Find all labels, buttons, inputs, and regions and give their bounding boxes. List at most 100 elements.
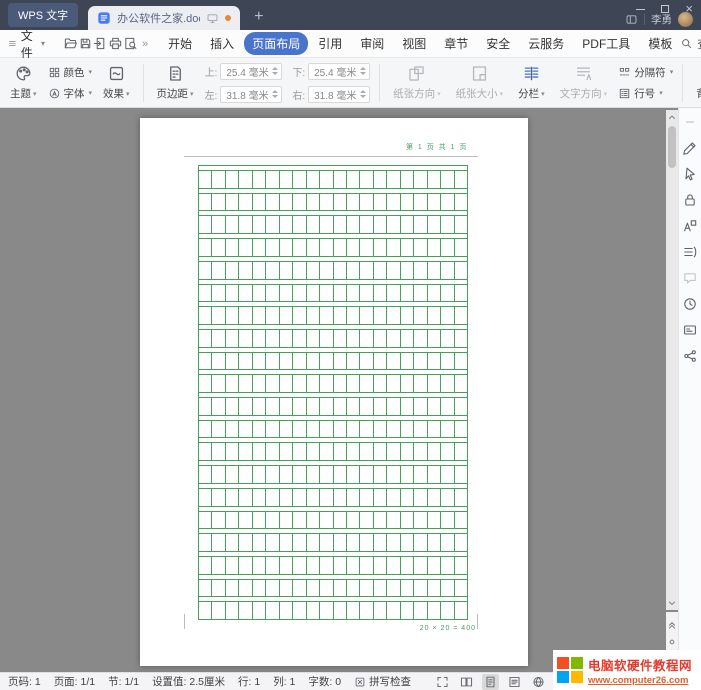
fullscreen-view-icon[interactable]: [434, 674, 451, 690]
spinner-icon[interactable]: [272, 90, 278, 98]
color-scheme-button[interactable]: 颜色▾: [48, 65, 93, 80]
text-direction-button: 文字方向▾: [556, 62, 612, 103]
comment-icon[interactable]: [682, 270, 698, 286]
document-tab[interactable]: 办公软件之家.docx: [88, 6, 240, 30]
avatar[interactable]: [678, 12, 693, 27]
menu-tab-10[interactable]: 模板: [640, 32, 680, 55]
history-icon[interactable]: [682, 296, 698, 312]
user-area: 李勇: [625, 12, 693, 27]
effect-icon: [107, 64, 126, 83]
browse-object-icon[interactable]: [667, 637, 677, 647]
effect-button[interactable]: 效果▾: [99, 62, 134, 103]
margins-page-icon: [166, 64, 185, 83]
new-tab-button[interactable]: +: [254, 9, 263, 25]
lock-icon[interactable]: [682, 192, 698, 208]
font-circle-icon: [48, 87, 61, 100]
menu-tab-2[interactable]: 页面布局: [244, 32, 308, 55]
minimize-button[interactable]: [636, 9, 645, 10]
columns-button[interactable]: 分栏▾: [514, 62, 549, 103]
status-item-4[interactable]: 行: 1: [238, 674, 260, 689]
quick-toolbar-more-button[interactable]: »: [142, 38, 148, 50]
file-menu-label: 文件: [21, 27, 37, 61]
theme-button[interactable]: 主题▾: [6, 62, 41, 103]
business-card-icon[interactable]: [682, 322, 698, 338]
find-command-button[interactable]: 查找命令: [680, 36, 701, 52]
find-command-label: 查找命令: [697, 36, 701, 52]
manuscript-grid[interactable]: [198, 165, 468, 620]
print-button[interactable]: [108, 34, 123, 54]
page-margins-button[interactable]: 页边距▾: [153, 62, 198, 103]
document-page[interactable]: 第 1 页 共 1 页 20 × 20 = 400: [140, 118, 528, 666]
monitor-icon[interactable]: [206, 12, 219, 25]
spinner-icon[interactable]: [272, 67, 278, 75]
font-scheme-button[interactable]: 字体▾: [48, 86, 93, 101]
scrollbar-thumb[interactable]: [668, 126, 676, 168]
breaks-button[interactable]: 分隔符▾: [618, 65, 673, 80]
spellcheck-icon: [354, 676, 366, 688]
scroll-up-icon[interactable]: [667, 112, 677, 122]
menubar: 文件 ▾ » 开始插入页面布局引用审阅视图章节安全云服务PDF工具模板 查找命令…: [0, 30, 701, 58]
file-menu[interactable]: 文件 ▾: [8, 27, 45, 61]
paper-size-button: 纸张大小▾: [452, 62, 508, 103]
print-preview-icon: [123, 36, 138, 51]
page-view-icon[interactable]: [482, 674, 499, 690]
watermark-title: 电脑软硬件教程网: [588, 655, 692, 674]
menu-tab-9[interactable]: PDF工具: [574, 32, 638, 55]
status-item-6[interactable]: 字数: 0: [308, 674, 341, 689]
edit-pen-icon[interactable]: [682, 140, 698, 156]
status-item-3[interactable]: 设置值: 2.5厘米: [152, 674, 225, 689]
paper-orientation-icon: [407, 64, 426, 83]
select-cursor-icon[interactable]: [682, 166, 698, 182]
outline-icon[interactable]: [682, 244, 698, 260]
handle-icon[interactable]: [682, 114, 698, 130]
vertical-scrollbar[interactable]: [666, 110, 678, 610]
titlebar: WPS 文字 办公软件之家.docx + × 李勇: [0, 0, 701, 30]
menu-tab-4[interactable]: 审阅: [352, 32, 392, 55]
user-name[interactable]: 李勇: [651, 12, 672, 27]
margin-input-1[interactable]: 25.4 毫米: [308, 63, 370, 80]
open-button[interactable]: [63, 34, 78, 54]
web-view-icon[interactable]: [530, 674, 547, 690]
print-preview-button[interactable]: [123, 34, 138, 54]
status-items: 页码: 1 页面: 1/1 节: 1/1 设置值: 2.5厘米行: 1 列: 1 字数: …: [8, 674, 341, 689]
columns-icon: [522, 64, 541, 83]
two-page-view-icon[interactable]: [458, 674, 475, 690]
menu-tab-5[interactable]: 视图: [394, 32, 434, 55]
menu-tab-7[interactable]: 安全: [478, 32, 518, 55]
share-icon[interactable]: [682, 348, 698, 364]
scroll-down-icon[interactable]: [667, 598, 677, 608]
menu-tab-0[interactable]: 开始: [160, 32, 200, 55]
margin-input-0[interactable]: 25.4 毫米: [220, 63, 282, 80]
menu-tab-6[interactable]: 章节: [436, 32, 476, 55]
spellcheck-toggle[interactable]: 拼写检查: [354, 674, 411, 689]
spinner-icon[interactable]: [360, 67, 366, 75]
paper-orientation-button: 纸张方向▾: [389, 62, 445, 103]
print-icon: [108, 36, 123, 51]
spinner-icon[interactable]: [360, 90, 366, 98]
breaks-icon: [618, 66, 631, 79]
save-icon: [78, 36, 93, 51]
wps-window: WPS 文字 办公软件之家.docx + × 李勇 文件 ▾: [0, 0, 701, 690]
workspace-icon[interactable]: [625, 13, 638, 26]
document-viewport[interactable]: 第 1 页 共 1 页 20 × 20 = 400: [0, 108, 678, 672]
previous-page-icon[interactable]: [667, 620, 677, 630]
ribbon-toolbar: 主题▾ 颜色▾ 字体▾ 效果▾ 页边距▾ 上:25.4 毫米下:25.4 毫米左…: [0, 58, 701, 108]
status-item-1[interactable]: 页面: 1/1: [54, 674, 95, 689]
line-numbers-button[interactable]: 行号▾: [618, 86, 673, 101]
status-item-0[interactable]: 页码: 1: [8, 674, 41, 689]
outline-view-icon[interactable]: [506, 674, 523, 690]
translate-icon[interactable]: [682, 218, 698, 234]
background-button[interactable]: 背景▾: [692, 62, 701, 103]
chevron-down-icon: ▾: [41, 39, 45, 48]
menu-tab-3[interactable]: 引用: [310, 32, 350, 55]
status-item-5[interactable]: 列: 1: [273, 674, 295, 689]
scrollbar-track[interactable]: [666, 124, 678, 596]
app-menu-button[interactable]: WPS 文字: [8, 3, 78, 27]
margin-input-2[interactable]: 31.8 毫米: [220, 86, 282, 103]
status-item-2[interactable]: 节: 1/1: [108, 674, 139, 689]
menu-tab-1[interactable]: 插入: [202, 32, 242, 55]
export-button[interactable]: [93, 34, 108, 54]
margin-input-3[interactable]: 31.8 毫米: [308, 86, 370, 103]
save-button[interactable]: [78, 34, 93, 54]
menu-tab-8[interactable]: 云服务: [520, 32, 572, 55]
